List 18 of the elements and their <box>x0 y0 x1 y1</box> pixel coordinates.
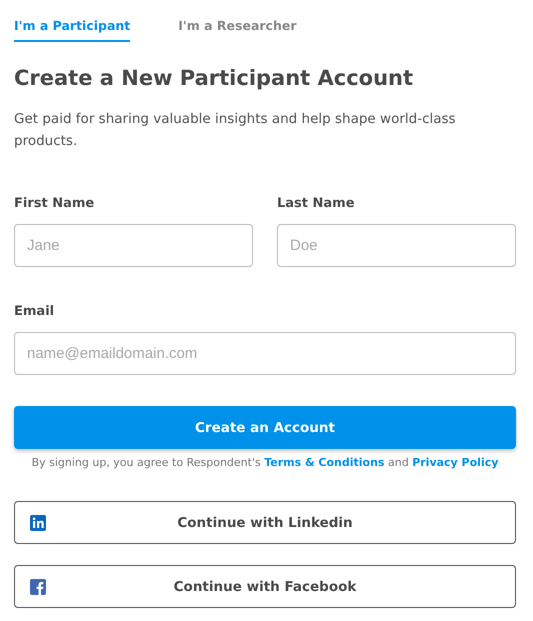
linkedin-icon <box>30 515 46 531</box>
field-label: Last Name <box>277 196 355 212</box>
field-label: First Name <box>14 196 94 212</box>
terms-link[interactable]: Terms & Conditions <box>264 456 384 469</box>
create-account-button[interactable]: Create an Account <box>14 406 516 449</box>
terms-text: By signing up, you agree to Respondent's Terms & Conditions and Privacy Policy <box>30 456 500 470</box>
input-field[interactable]: Jane <box>14 224 253 267</box>
linkedin-button[interactable]: Continue with Linkedin <box>14 501 516 544</box>
input-field[interactable]: Doe <box>277 224 516 267</box>
privacy-link[interactable]: Privacy Policy <box>412 456 498 469</box>
facebook-button[interactable]: Continue with Facebook <box>14 565 516 608</box>
description: Get paid for sharing valuable insights and help shape world-class products. <box>14 110 457 151</box>
tab[interactable]: I'm a Participant <box>14 0 130 42</box>
tab[interactable]: I'm a Researcher <box>158 0 296 42</box>
field-label: Email <box>14 304 54 320</box>
page-title: Create a New Participant Account <box>14 65 414 92</box>
email-field[interactable]: name@emaildomain.com <box>14 332 516 375</box>
facebook-icon <box>30 579 46 595</box>
